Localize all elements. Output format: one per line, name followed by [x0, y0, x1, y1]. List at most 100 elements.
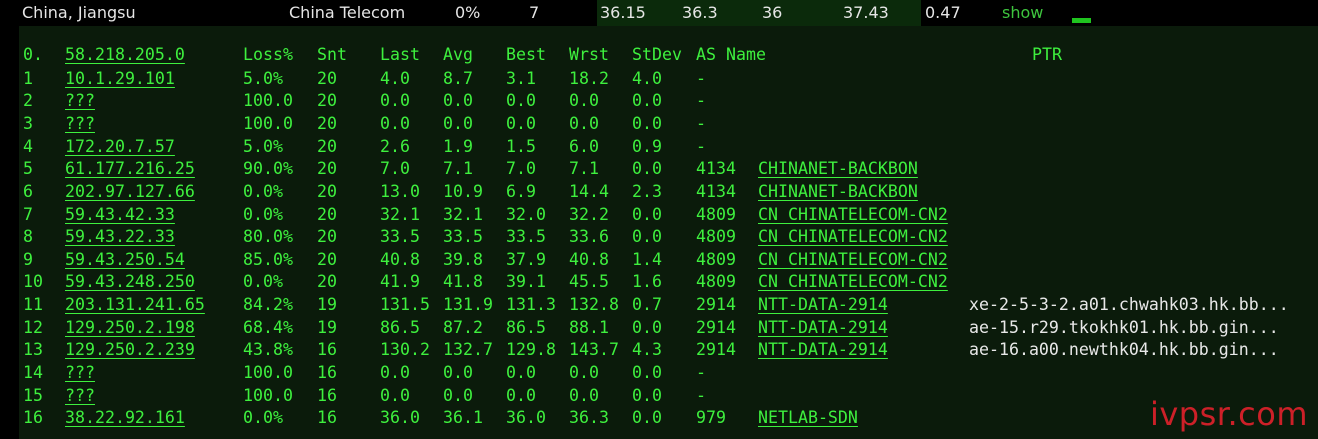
col-last: Last	[380, 45, 420, 64]
hop-asn: 2914	[696, 317, 736, 337]
hop-ip[interactable]: 59.43.248.250	[65, 271, 195, 293]
hop-snt: 19	[317, 295, 337, 315]
hop-loss: 43.8%	[243, 340, 293, 360]
hop-asn: 4809	[696, 272, 736, 292]
hop-ptr: ae-16.a00.newthk04.hk.bb.gin...	[969, 340, 1279, 360]
hop-snt: 20	[317, 181, 337, 201]
hop-as-link[interactable]: 2914 NTT-DATA-2914	[696, 339, 888, 361]
hop-asn: 4809	[696, 227, 736, 247]
hop-ip[interactable]: 202.97.127.66	[65, 181, 195, 203]
summary-worst: 37.43	[843, 3, 889, 22]
hop-ip[interactable]: ???	[65, 362, 95, 384]
hop-number: 8	[23, 227, 33, 247]
hop-as-link[interactable]: 4809 CN CHINATELECOM-CN2	[696, 204, 948, 226]
hop-ip[interactable]: 129.250.2.198	[65, 317, 195, 339]
hop-last: 32.1	[380, 204, 420, 224]
hop-loss: 0.0%	[243, 204, 283, 224]
hop-best: 37.9	[506, 249, 546, 269]
hop-as-link[interactable]: 4809 CN CHINATELECOM-CN2	[696, 249, 948, 271]
hop-asn: -	[696, 385, 706, 405]
summary-sent: 7	[529, 3, 540, 22]
hop-snt: 16	[317, 340, 337, 360]
col-loss: Loss%	[243, 45, 293, 64]
hop-best: 3.1	[506, 68, 536, 88]
hop-ip[interactable]: 129.250.2.239	[65, 339, 195, 361]
summary-stdev: 0.47	[925, 3, 961, 22]
hop-ip[interactable]: 59.43.22.33	[65, 226, 175, 248]
hop-ip[interactable]: 10.1.29.101	[65, 68, 175, 90]
hop-ptr: xe-2-5-3-2.a01.chwahk03.hk.bb...	[969, 295, 1289, 315]
hop-last: 4.0	[380, 68, 410, 88]
hop-as-link[interactable]: 4134 CHINANET-BACKBON	[696, 181, 918, 203]
hop-avg: 39.8	[443, 249, 483, 269]
hop-best: 0.0	[506, 91, 536, 111]
hop-avg: 41.8	[443, 272, 483, 292]
hop-ip[interactable]: ???	[65, 385, 95, 407]
hop-last: 41.9	[380, 272, 420, 292]
hop-ip[interactable]: 172.20.7.57	[65, 136, 175, 158]
hop-asn: -	[696, 113, 706, 133]
hop-as-link[interactable]: 979 NETLAB-SDN	[696, 407, 858, 429]
hop-avg: 10.9	[443, 181, 483, 201]
hop-ip[interactable]: 38.22.92.161	[65, 407, 185, 429]
origin-hop: 0.	[23, 45, 43, 64]
hop-ip[interactable]: ???	[65, 90, 95, 112]
hop-stdev: 0.0	[632, 159, 662, 179]
hop-wrst: 32.2	[569, 204, 609, 224]
hop-avg: 0.0	[443, 363, 473, 383]
summary-avg: 36.3	[682, 3, 718, 22]
hop-avg: 87.2	[443, 317, 483, 337]
hop-avg: 7.1	[443, 159, 473, 179]
hop-ip[interactable]: 61.177.216.25	[65, 158, 195, 180]
watermark-logo: ivpsr.com	[1149, 395, 1308, 433]
hop-best: 86.5	[506, 317, 546, 337]
hop-asn: 4809	[696, 204, 736, 224]
origin-ip[interactable]: 58.218.205.0	[65, 44, 185, 66]
hop-as-link[interactable]: 4809 CN CHINATELECOM-CN2	[696, 271, 948, 293]
hop-number: 4	[23, 136, 33, 156]
hop-asname: CN CHINATELECOM-CN2	[758, 249, 948, 269]
hop-stdev: 4.0	[632, 68, 662, 88]
hop-wrst: 0.0	[569, 113, 599, 133]
hop-stdev: 2.3	[632, 181, 662, 201]
hop-best: 7.0	[506, 159, 536, 179]
hop-asname: NTT-DATA-2914	[758, 317, 888, 337]
hop-number: 13	[23, 340, 43, 360]
hop-snt: 20	[317, 272, 337, 292]
hop-avg: 1.9	[443, 136, 473, 156]
hop-snt: 20	[317, 249, 337, 269]
hop-asn: 4134	[696, 159, 736, 179]
hop-ip[interactable]: 59.43.250.54	[65, 249, 185, 271]
hop-loss: 100.0	[243, 385, 293, 405]
hop-number: 12	[23, 317, 43, 337]
hop-number: 9	[23, 249, 33, 269]
hop-stdev: 0.0	[632, 204, 662, 224]
hop-stdev: 0.0	[632, 408, 662, 428]
hop-asn: -	[696, 68, 706, 88]
hop-stdev: 0.0	[632, 227, 662, 247]
show-toggle-link[interactable]: show	[1002, 3, 1043, 23]
hop-loss: 100.0	[243, 91, 293, 111]
hop-asn: -	[696, 136, 706, 156]
hop-ip[interactable]: 59.43.42.33	[65, 204, 175, 226]
hop-loss: 5.0%	[243, 136, 283, 156]
hop-avg: 132.7	[443, 340, 493, 360]
hop-last: 131.5	[380, 295, 430, 315]
hop-as-link[interactable]: 4134 CHINANET-BACKBON	[696, 158, 918, 180]
hop-as-link[interactable]: 2914 NTT-DATA-2914	[696, 317, 888, 339]
col-best: Best	[506, 45, 546, 64]
hop-ip[interactable]: ???	[65, 113, 95, 135]
hop-loss: 0.0%	[243, 408, 283, 428]
hop-as-link[interactable]: 4809 CN CHINATELECOM-CN2	[696, 226, 948, 248]
hop-asn: 979	[696, 408, 726, 428]
hop-ip[interactable]: 203.131.241.65	[65, 294, 205, 316]
hop-stdev: 0.0	[632, 363, 662, 383]
hop-wrst: 18.2	[569, 68, 609, 88]
col-ptr: PTR	[1032, 45, 1062, 64]
hop-number: 1	[23, 68, 33, 88]
hop-wrst: 143.7	[569, 340, 619, 360]
hop-loss: 100.0	[243, 363, 293, 383]
hop-last: 40.8	[380, 249, 420, 269]
hop-asn: 2914	[696, 340, 736, 360]
hop-as-link[interactable]: 2914 NTT-DATA-2914	[696, 294, 888, 316]
